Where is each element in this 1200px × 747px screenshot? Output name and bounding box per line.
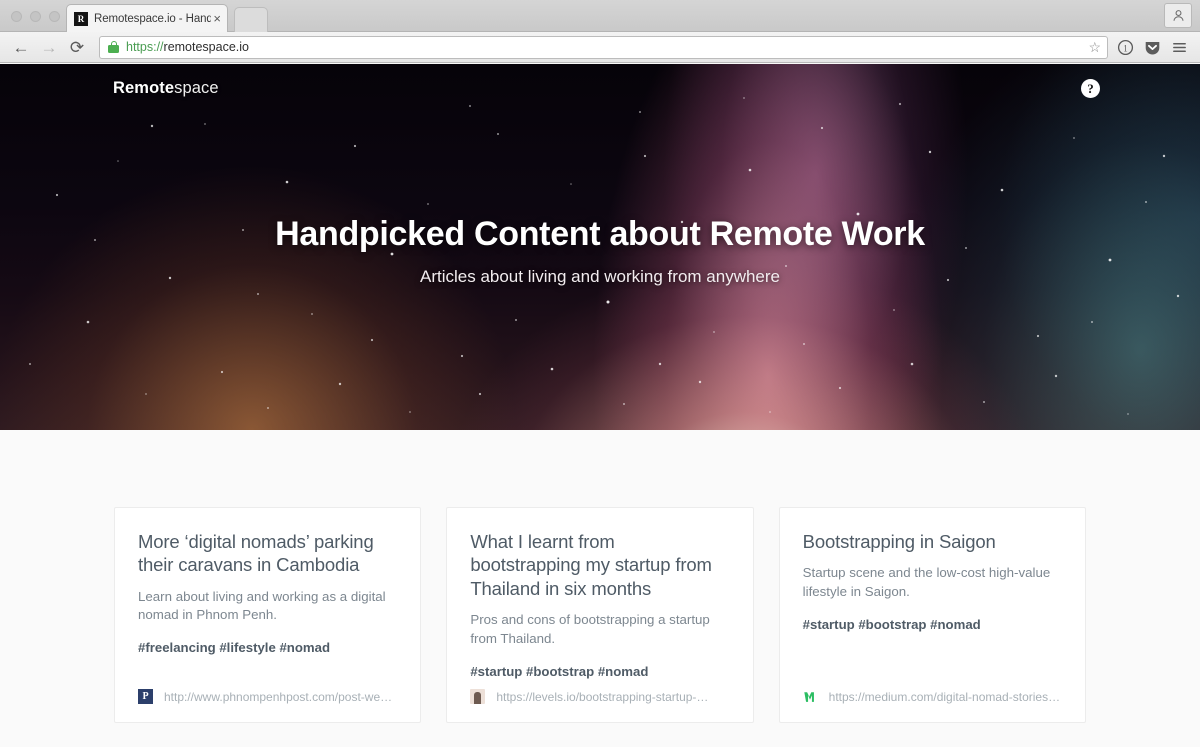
navigation-toolbar: ← → ⟳ https:// remotespace.io ☆ 1 [0, 32, 1200, 63]
person-icon [1173, 10, 1183, 21]
hero-section: Remotespace ? Handpicked Content about R… [0, 64, 1200, 430]
svg-text:1: 1 [1123, 43, 1127, 53]
tab-strip: R Remotespace.io - Handpick × [0, 0, 1200, 32]
help-icon[interactable]: ? [1081, 78, 1100, 98]
card-footer: https://levels.io/bootstrapping-startup-… [470, 689, 729, 704]
site-header: Remotespace ? [0, 64, 1200, 112]
card-title: What I learnt from bootstrapping my star… [470, 531, 712, 599]
page-content: Remotespace ? Handpicked Content about R… [0, 64, 1200, 747]
profile-button[interactable] [1164, 3, 1192, 28]
card-url[interactable]: https://medium.com/digital-nomad-stories… [829, 690, 1060, 704]
card-tags[interactable]: #startup #bootstrap #nomad [803, 617, 1062, 632]
tab-title: Remotespace.io - Handpick [94, 12, 212, 25]
menu-icon[interactable] [1169, 37, 1189, 57]
lock-icon [108, 41, 119, 53]
reload-button[interactable]: ⟳ [64, 34, 90, 60]
card-footer: https://medium.com/digital-nomad-stories… [802, 689, 1062, 704]
logo-light-part: space [174, 78, 219, 97]
new-tab-button[interactable] [234, 7, 268, 32]
window-controls [11, 11, 60, 22]
card-description: Startup scene and the low-cost high-valu… [802, 565, 1051, 600]
phnompenhpost-favicon: P [138, 689, 153, 704]
card-footer: P http://www.phnompenhpost.com/post-week… [138, 689, 397, 704]
browser-window: R Remotespace.io - Handpick × ← → ⟳ http… [0, 0, 1200, 747]
browser-action-icons: 1 [1115, 37, 1192, 57]
close-window-button[interactable] [11, 11, 22, 22]
back-button[interactable]: ← [8, 34, 34, 60]
card-title: Bootstrapping in Saigon [802, 531, 996, 552]
card-url[interactable]: https://levels.io/bootstrapping-startup-… [496, 690, 708, 704]
article-card[interactable]: Bootstrapping in Saigon Startup scene an… [778, 507, 1086, 723]
card-url[interactable]: http://www.phnompenhpost.com/post-weeken… [164, 690, 397, 704]
tab-favicon: R [74, 11, 88, 26]
article-card[interactable]: More ‘digital nomads’ parking their cara… [114, 507, 422, 723]
card-description: Learn about living and working as a digi… [138, 588, 386, 623]
info-circle-icon[interactable]: 1 [1115, 37, 1135, 57]
url-scheme: https:// [126, 40, 164, 54]
card-tags[interactable]: #startup #bootstrap #nomad [470, 664, 729, 679]
medium-favicon [802, 689, 818, 704]
site-logo[interactable]: Remotespace [113, 79, 219, 98]
url-host: remotespace.io [163, 40, 249, 54]
pocket-icon[interactable] [1142, 37, 1162, 57]
maximize-window-button[interactable] [49, 11, 60, 22]
browser-tab[interactable]: R Remotespace.io - Handpick × [66, 4, 228, 32]
address-bar[interactable]: https:// remotespace.io ☆ [99, 35, 1108, 59]
page-subtitle: Articles about living and working from a… [419, 266, 780, 286]
close-tab-icon[interactable]: × [213, 12, 221, 25]
minimize-window-button[interactable] [30, 11, 41, 22]
article-card[interactable]: What I learnt from bootstrapping my star… [446, 507, 754, 723]
hero-copy: Handpicked Content about Remote Work Art… [0, 214, 1200, 287]
page-title: Handpicked Content about Remote Work [275, 215, 925, 253]
levels-io-favicon [470, 689, 486, 704]
card-tags[interactable]: #freelancing #lifestyle #nomad [138, 640, 397, 655]
articles-section: More ‘digital nomads’ parking their cara… [0, 430, 1200, 747]
card-description: Pros and cons of bootstrapping a startup… [470, 611, 710, 646]
bookmark-star-icon[interactable]: ☆ [1088, 39, 1101, 56]
logo-bold-part: Remote [113, 78, 175, 97]
article-grid: More ‘digital nomads’ parking their cara… [114, 430, 1086, 747]
forward-button[interactable]: → [36, 34, 62, 60]
card-title: More ‘digital nomads’ parking their cara… [138, 531, 374, 576]
